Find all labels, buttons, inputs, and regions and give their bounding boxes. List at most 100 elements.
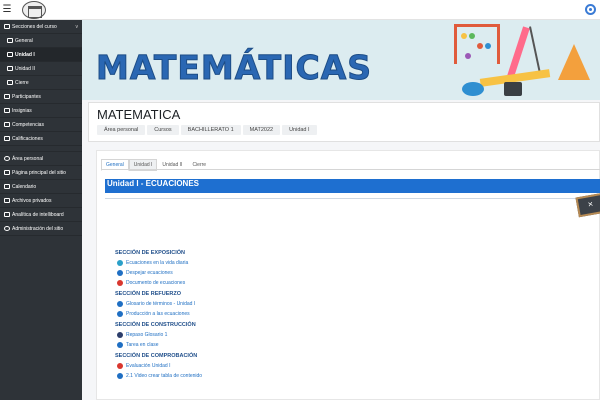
- breadcrumb-item[interactable]: Cursos: [147, 125, 179, 135]
- sections-list: SECCIÓN DE EXPOSICIÓN Ecuaciones en la vi…: [115, 247, 415, 381]
- activity-link[interactable]: Ecuaciones en la vida diaria: [115, 258, 415, 268]
- unit-band: [105, 193, 600, 199]
- drawer-item[interactable]: Competencias: [0, 118, 82, 132]
- nav-drawer: Secciones del curso v General Unidad I Unida…: [0, 20, 82, 400]
- drawer-item-label: Administración del sitio: [12, 225, 64, 232]
- activity-icon: [117, 311, 123, 317]
- folder-icon: [4, 24, 10, 29]
- drawer-item-label: Calendario: [12, 183, 37, 190]
- drawer-item-label: Archivos privados: [12, 197, 52, 204]
- blackboard-illustration: [575, 192, 600, 218]
- drawer-item-label: Página principal del sitio: [12, 169, 66, 176]
- activity-label: 2.1 Video crear tabla de contenido: [126, 373, 203, 379]
- chevron-down-icon[interactable]: v: [76, 24, 79, 30]
- drawer-item-label: Área personal: [12, 155, 44, 162]
- site-logo[interactable]: [22, 1, 46, 19]
- activity-link[interactable]: Tarea en clase: [115, 340, 415, 350]
- activity-link[interactable]: 2.1 Video crear tabla de contenido: [115, 371, 415, 381]
- folder-icon: [7, 66, 13, 71]
- gear-icon[interactable]: [585, 4, 596, 15]
- activity-icon: [117, 301, 123, 307]
- section-title: SECCIÓN DE CONSTRUCCIÓN: [115, 322, 196, 328]
- drawer-item[interactable]: Página principal del sitio: [0, 166, 82, 180]
- triangle-illustration: [558, 44, 590, 80]
- drawer-item-label: Cierre: [15, 79, 29, 86]
- abacus-illustration: [454, 24, 500, 64]
- drawer-item[interactable]: Analítica de intelliboard: [0, 208, 82, 222]
- activity-icon: [117, 373, 123, 379]
- drawer-item[interactable]: Administración del sitio: [0, 222, 82, 236]
- activity-link[interactable]: Despejar ecuaciones: [115, 268, 415, 278]
- unit-heading: Unidad I - ECUACIONES: [105, 179, 600, 193]
- activity-icon: [117, 332, 123, 338]
- drawer-item[interactable]: General: [0, 34, 82, 48]
- activity-label: Evaluación Unidad I: [126, 363, 171, 369]
- home-icon: [4, 170, 10, 175]
- dashboard-icon: [4, 156, 10, 161]
- hamburger-icon[interactable]: ☰: [2, 3, 12, 17]
- activity-link[interactable]: Repaso Glosario 1: [115, 330, 415, 340]
- course-banner: MATEMÁTICAS: [82, 20, 600, 100]
- breadcrumb-item[interactable]: Área personal: [97, 125, 146, 135]
- file-icon: [4, 198, 10, 203]
- drawer-item[interactable]: Insignias: [0, 104, 82, 118]
- drawer-item-label: Unidad II: [15, 65, 36, 72]
- activity-label: Glosario de términos - Unidad I: [126, 301, 196, 307]
- page-title: MATEMATICA: [97, 107, 181, 122]
- cog-icon: [4, 226, 10, 231]
- breadcrumb-item[interactable]: BACHILLERATO 1: [180, 125, 241, 135]
- section-title: SECCIÓN DE EXPOSICIÓN: [115, 250, 185, 256]
- folder-icon: [7, 38, 13, 43]
- ball-illustration: [462, 82, 484, 96]
- breadcrumb-item[interactable]: MAT2022: [242, 125, 281, 135]
- drawer-item[interactable]: Cierre: [0, 76, 82, 90]
- tab-divider: [101, 169, 600, 170]
- activity-label: Producción a las ecuaciones: [126, 311, 190, 317]
- compass-illustration: [529, 26, 541, 74]
- drawer-item-label: Analítica de intelliboard: [12, 211, 64, 218]
- drawer-item[interactable]: Calificaciones: [0, 132, 82, 146]
- drawer-item-label: Competencias: [12, 121, 44, 128]
- users-icon: [4, 94, 10, 99]
- drawer-item[interactable]: Unidad II: [0, 62, 82, 76]
- activity-label: Tarea en clase: [126, 342, 159, 348]
- folder-icon: [7, 52, 13, 57]
- activity-label: Documento de ecuaciones: [126, 280, 186, 286]
- section-title: SECCIÓN DE REFUERZO: [115, 291, 182, 297]
- check-icon: [4, 122, 10, 127]
- calendar-icon: [4, 184, 10, 189]
- drawer-item[interactable]: Participantes: [0, 90, 82, 104]
- folder-icon: [7, 80, 13, 85]
- activity-icon: [117, 280, 123, 286]
- activity-link[interactable]: Evaluación Unidad I: [115, 361, 415, 371]
- badge-icon: [4, 108, 10, 113]
- activity-label: Ecuaciones en la vida diaria: [126, 260, 189, 266]
- drawer-item[interactable]: Unidad I: [0, 48, 82, 62]
- page-header: MATEMATICA Área personal Cursos BACHILLERA…: [88, 102, 600, 142]
- drawer-item[interactable]: Calendario: [0, 180, 82, 194]
- calculator-illustration: [504, 82, 522, 96]
- activity-link[interactable]: Glosario de términos - Unidad I: [115, 299, 415, 309]
- drawer-item-label: Participantes: [12, 93, 41, 100]
- drawer-list: Secciones del curso v General Unidad I Unida…: [0, 20, 82, 236]
- activity-icon: [117, 260, 123, 266]
- drawer-item-label: Secciones del curso: [12, 23, 57, 30]
- activity-link[interactable]: Documento de ecuaciones: [115, 278, 415, 288]
- activity-label: Repaso Glosario 1: [126, 332, 168, 338]
- top-navbar: ☰: [0, 0, 600, 20]
- drawer-item-label: Insignias: [12, 107, 32, 114]
- breadcrumb-item[interactable]: Unidad I: [282, 125, 317, 135]
- drawer-item[interactable]: Área personal: [0, 152, 82, 166]
- activity-icon: [117, 270, 123, 276]
- activity-label: Despejar ecuaciones: [126, 270, 173, 276]
- activity-icon: [117, 363, 123, 369]
- section-title: SECCIÓN DE COMPROBACIÓN: [115, 353, 198, 359]
- activity-link[interactable]: Producción a las ecuaciones: [115, 309, 415, 319]
- banner-title: MATEMÁTICAS: [96, 48, 372, 88]
- drawer-item[interactable]: Secciones del curso v: [0, 20, 82, 34]
- drawer-item-label: Calificaciones: [12, 135, 43, 142]
- analytics-icon: [4, 212, 10, 217]
- drawer-item[interactable]: Archivos privados: [0, 194, 82, 208]
- course-content: General Unidad I Unidad II Cierre Unidad I …: [96, 150, 600, 400]
- table-icon: [4, 136, 10, 141]
